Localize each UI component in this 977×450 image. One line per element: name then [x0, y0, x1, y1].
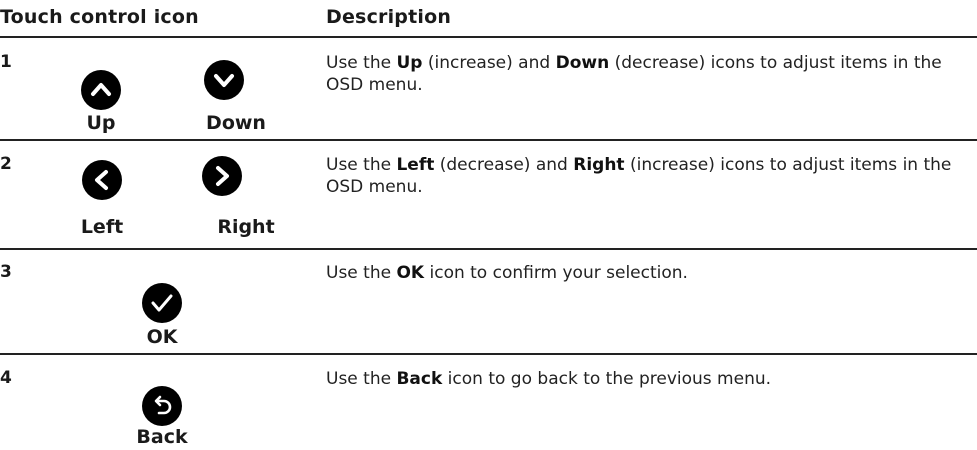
row-number: 2: [0, 154, 12, 174]
back-label: Back: [136, 426, 188, 448]
column-header-touch-control-icon: Touch control icon: [0, 6, 199, 28]
row-description: Use the Left (decrease) and Right (incre…: [326, 155, 952, 197]
chevron-up-icon: [81, 70, 121, 110]
chevron-right-icon: [202, 156, 242, 196]
up-label: Up: [86, 112, 116, 134]
ok-label: OK: [146, 326, 178, 348]
table-row: 1 Up Down Use the Up (increase) and Down…: [0, 46, 977, 134]
table-row: 3 OK Use the OK icon to confirm your sel…: [0, 256, 977, 348]
back-arrow-icon: [142, 386, 182, 426]
chevron-down-icon: [204, 60, 244, 100]
header-divider: [0, 36, 977, 38]
row-divider: [0, 139, 977, 141]
chevron-left-icon: [82, 160, 122, 200]
left-label: Left: [80, 216, 124, 238]
row-divider: [0, 353, 977, 355]
right-label: Right: [217, 216, 275, 238]
row-description: Use the Back icon to go back to the prev…: [326, 369, 772, 389]
row-description: Use the Up (increase) and Down (decrease…: [326, 53, 942, 95]
column-header-description: Description: [326, 6, 452, 28]
row-number: 3: [0, 262, 12, 282]
row-divider: [0, 248, 977, 250]
row-number: 1: [0, 52, 12, 72]
row-description: Use the OK icon to confirm your selectio…: [326, 263, 688, 283]
table-row: 2 Left Right Use the Left (decrease) and…: [0, 148, 977, 240]
table-row: 4 Back Use the Back icon to go back to t…: [0, 362, 977, 450]
down-label: Down: [206, 112, 266, 134]
checkmark-icon: [142, 283, 182, 323]
row-number: 4: [0, 368, 12, 388]
